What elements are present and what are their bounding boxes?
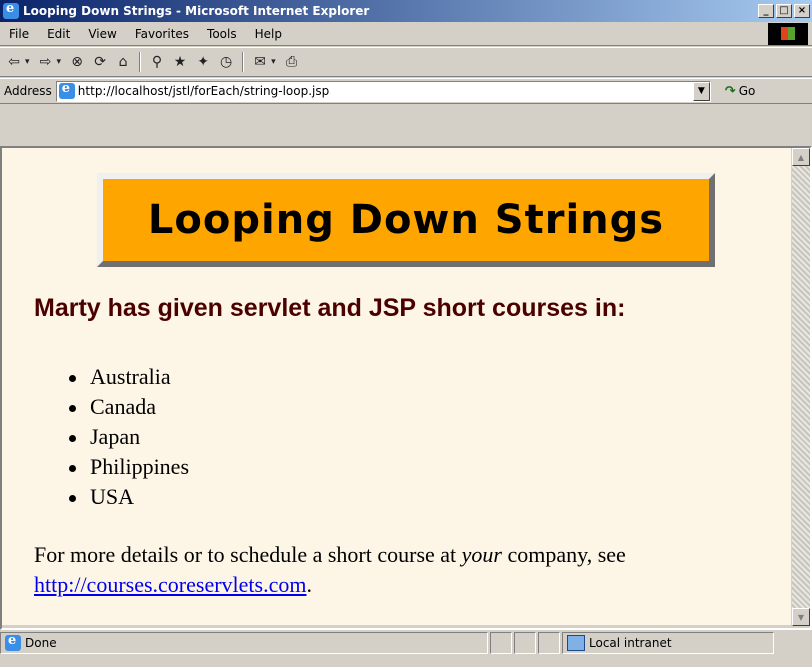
status-text: Done	[25, 636, 57, 650]
refresh-icon[interactable]: ⟳	[90, 51, 110, 73]
go-button[interactable]: ↷ Go	[725, 84, 756, 99]
media-icon[interactable]: ✦	[193, 51, 213, 73]
address-input[interactable]: http://localhost/jstl/forEach/string-loo…	[55, 80, 711, 102]
ie-icon	[3, 1, 19, 19]
favorites-icon[interactable]: ★	[170, 51, 190, 73]
details-emphasis: your	[461, 542, 502, 567]
status-pane	[490, 632, 512, 654]
banner-title: Looping Down Strings	[147, 197, 665, 243]
details-text: For more details or to schedule a short …	[34, 542, 462, 567]
menu-file[interactable]: File	[0, 27, 38, 41]
details-text-end: .	[306, 572, 312, 597]
mail-icon[interactable]: ✉	[250, 51, 270, 73]
toolbar-separator	[242, 52, 245, 72]
status-zone: Local intranet	[562, 632, 774, 654]
page-heading: Marty has given servlet and JSP short co…	[34, 294, 626, 322]
list-item: Australia	[62, 362, 189, 392]
address-bar: Address http://localhost/jstl/forEach/st…	[0, 78, 812, 104]
page-done-icon	[5, 633, 21, 651]
back-dropdown-icon[interactable]: ▾	[25, 57, 30, 67]
menu-view[interactable]: View	[79, 27, 125, 41]
status-bar: Done Local intranet	[0, 630, 812, 667]
status-pane	[514, 632, 536, 654]
go-label: Go	[738, 84, 756, 98]
stop-icon[interactable]: ⊗	[67, 51, 87, 73]
forward-dropdown-icon[interactable]: ▾	[57, 57, 62, 67]
scroll-down-icon[interactable]: ▼	[792, 608, 810, 626]
history-icon[interactable]: ◷	[216, 51, 236, 73]
address-url[interactable]: http://localhost/jstl/forEach/string-loo…	[78, 84, 329, 98]
list-item: Canada	[62, 392, 189, 422]
menu-favorites[interactable]: Favorites	[126, 27, 198, 41]
forward-icon[interactable]: ⇨	[36, 51, 56, 73]
search-icon[interactable]: ⚲	[147, 51, 167, 73]
status-pane	[538, 632, 560, 654]
menu-bar: File Edit View Favorites Tools Help	[0, 22, 812, 46]
details-paragraph: For more details or to schedule a short …	[34, 540, 774, 600]
toolbar-separator	[139, 52, 142, 72]
courses-link[interactable]: http://courses.coreservlets.com	[34, 572, 306, 597]
address-label: Address	[4, 84, 52, 98]
course-list: Australia Canada Japan Philippines USA	[62, 362, 189, 512]
toolbar: ⇦ ▾ ⇨ ▾ ⊗ ⟳ ⌂ ⚲ ★ ✦ ◷ ✉ ▾ ⎙	[0, 47, 812, 77]
title-bar: Looping Down Strings - Microsoft Interne…	[0, 0, 812, 22]
intranet-icon	[567, 635, 585, 651]
window-title: Looping Down Strings - Microsoft Interne…	[23, 4, 370, 18]
scroll-up-icon[interactable]: ▲	[792, 148, 810, 166]
status-main: Done	[0, 632, 488, 654]
print-icon[interactable]: ⎙	[282, 51, 302, 73]
menu-tools[interactable]: Tools	[198, 27, 246, 41]
vertical-scrollbar[interactable]: ▲ ▼	[792, 148, 810, 626]
page-icon	[58, 81, 75, 99]
mail-dropdown-icon[interactable]: ▾	[271, 57, 276, 67]
home-icon[interactable]: ⌂	[113, 51, 133, 73]
back-icon[interactable]: ⇦	[4, 51, 24, 73]
window-controls: _ □ ×	[758, 4, 810, 18]
menu-edit[interactable]: Edit	[38, 27, 79, 41]
banner: Looping Down Strings	[97, 173, 715, 267]
list-item: Japan	[62, 422, 189, 452]
zone-text: Local intranet	[589, 636, 672, 650]
details-text-middle: company, see	[502, 542, 626, 567]
maximize-button[interactable]: □	[776, 4, 792, 18]
minimize-button[interactable]: _	[758, 4, 774, 18]
list-item: USA	[62, 482, 189, 512]
list-item: Philippines	[62, 452, 189, 482]
go-arrow-icon: ↷	[724, 83, 736, 99]
address-dropdown-icon[interactable]: ▼	[692, 81, 710, 101]
menu-help[interactable]: Help	[246, 27, 291, 41]
close-button[interactable]: ×	[794, 4, 810, 18]
page-content: Looping Down Strings Marty has given ser…	[2, 148, 791, 625]
windows-logo-icon	[768, 23, 808, 45]
